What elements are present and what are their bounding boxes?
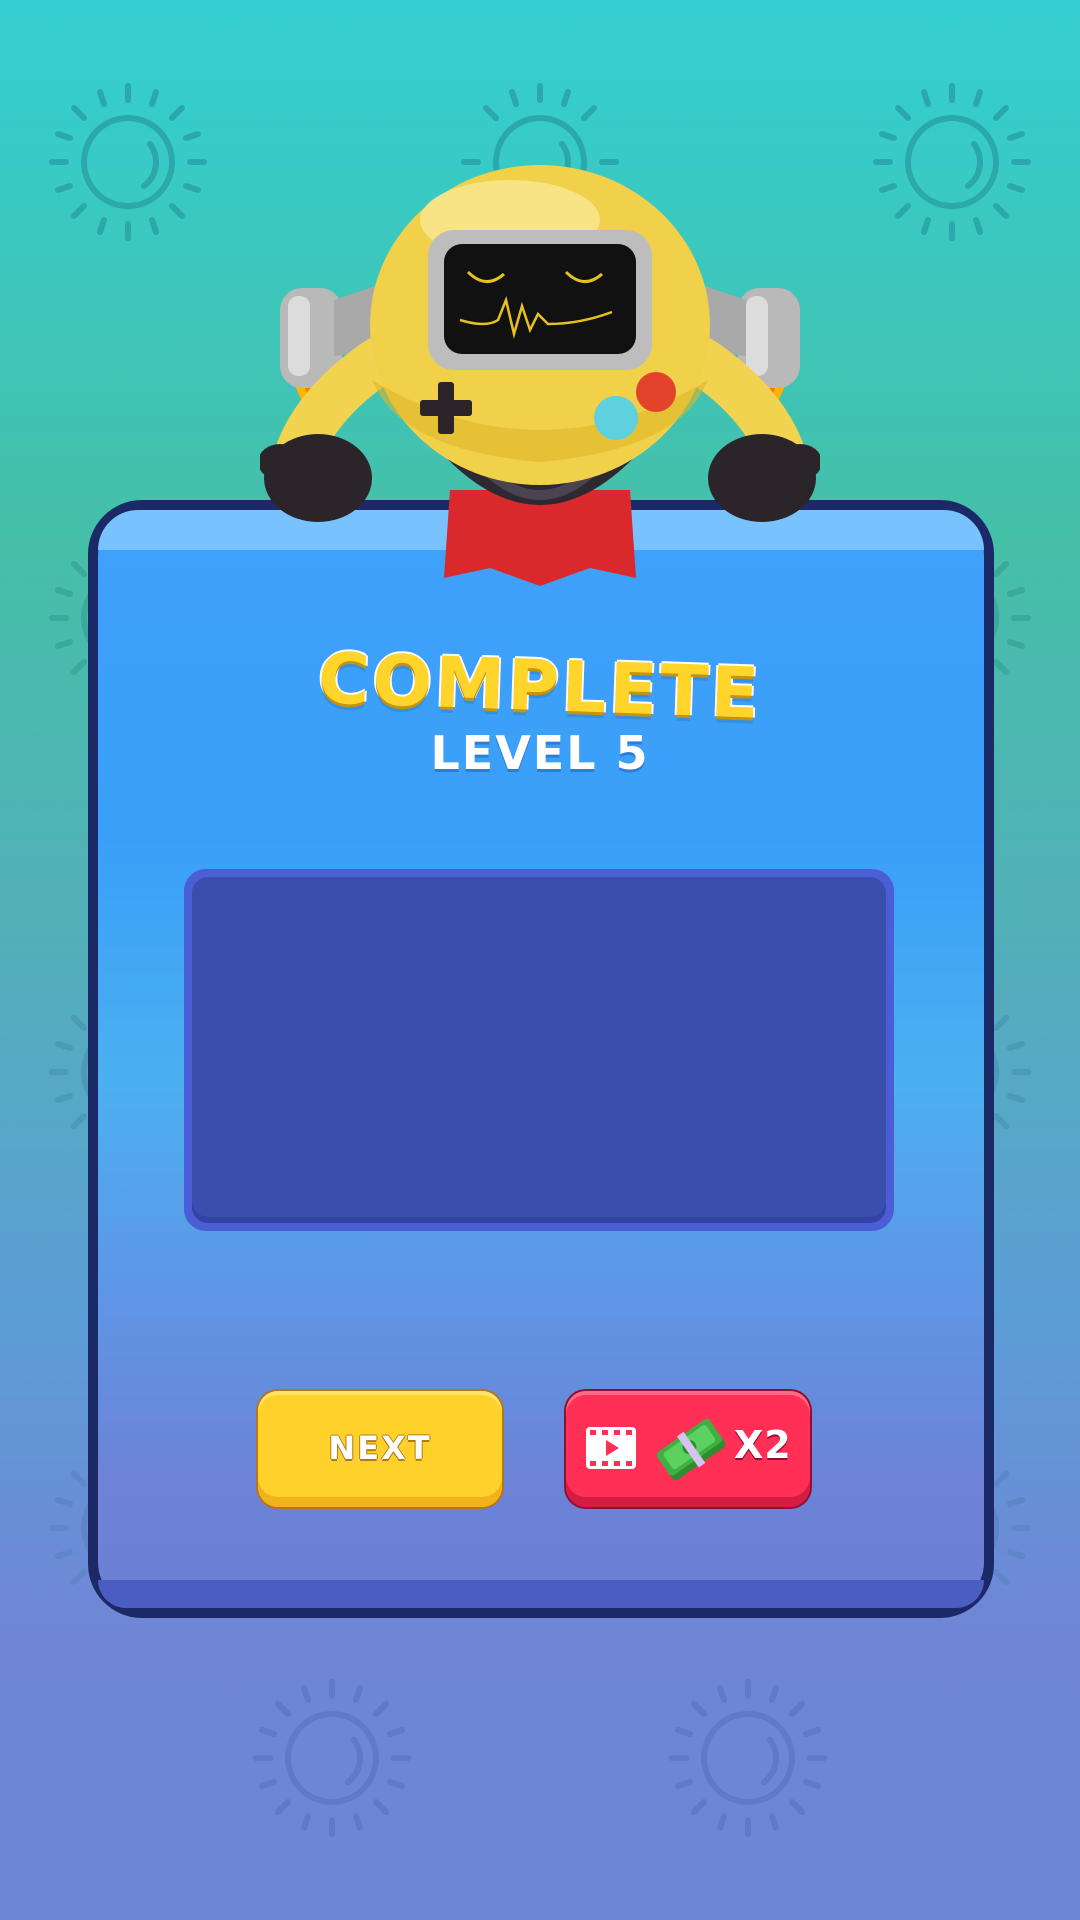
sun-icon — [872, 82, 1032, 242]
card-bottom-edge — [98, 1580, 984, 1608]
reward-multiplier-label: X2 — [734, 1423, 792, 1467]
robot-cyan-button — [594, 396, 638, 440]
robot-red-button — [636, 372, 676, 412]
next-button-label: NEXT — [328, 1429, 432, 1467]
sun-icon — [668, 1678, 828, 1838]
robot-mascot — [260, 165, 820, 586]
right-hand — [708, 434, 820, 522]
sun-icon — [48, 82, 208, 242]
next-button[interactable]: NEXT — [258, 1391, 502, 1507]
watch-ad-double-reward-button[interactable]: X2 — [566, 1391, 810, 1507]
video-play-icon — [586, 1427, 636, 1469]
left-hand — [260, 434, 372, 522]
level-subtitle: LEVEL 5 — [430, 726, 650, 780]
reward-panel-inner — [192, 877, 886, 1223]
cash-stack-icon — [656, 1418, 726, 1481]
sun-icon — [252, 1678, 412, 1838]
reward-panel — [184, 869, 894, 1231]
